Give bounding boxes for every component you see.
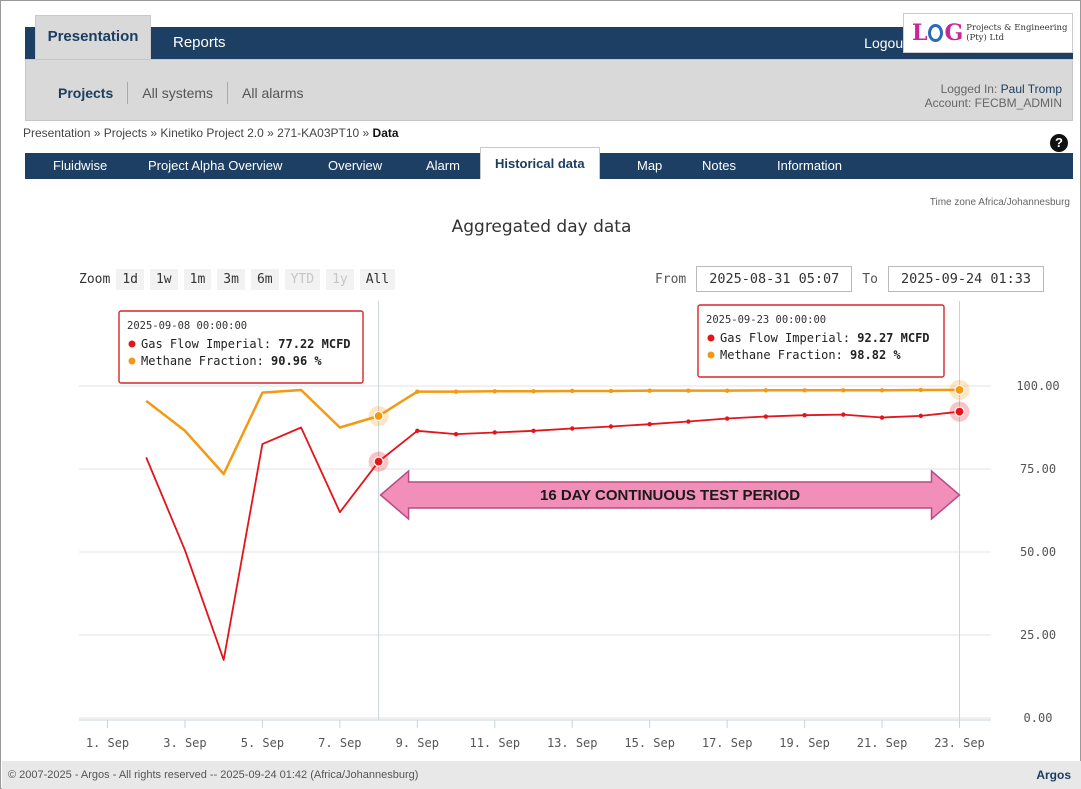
tooltip-series-name: Methane Fraction: — [141, 354, 271, 368]
highlight-point — [373, 456, 384, 467]
x-tick-label: 23. Sep — [934, 736, 985, 750]
data-point — [802, 388, 807, 393]
x-tick-label: 15. Sep — [624, 736, 675, 750]
x-tick-label: 13. Sep — [547, 736, 598, 750]
data-point — [918, 413, 923, 419]
data-point — [724, 388, 730, 393]
data-point — [841, 412, 846, 417]
x-tick-label: 17. Sep — [702, 736, 753, 750]
tooltip-series-name: Methane Fraction: — [720, 348, 850, 362]
data-point — [531, 428, 536, 434]
tooltip-series-dot — [128, 357, 136, 365]
data-point — [608, 424, 614, 429]
tooltip-date: 2025-09-08 00:00:00 — [127, 320, 247, 332]
tooltip-series-dot — [707, 351, 715, 359]
footer: © 2007-2025 - Argos - All rights reserve… — [2, 761, 1081, 789]
data-point — [453, 431, 459, 437]
tooltip-row: Gas Flow Imperial: 92.27 MCFD — [720, 331, 930, 345]
app-frame: Presentation Reports Logout L G Projects… — [0, 0, 1081, 789]
data-point — [763, 388, 769, 393]
annotation-label: 16 DAY CONTINUOUS TEST PERIOD — [540, 487, 800, 504]
x-tick-label: 1. Sep — [86, 736, 129, 750]
x-tick-label: 11. Sep — [469, 736, 520, 750]
data-point — [453, 389, 459, 394]
y-tick-label: 75.00 — [1020, 462, 1056, 476]
footer-brand[interactable]: Argos — [1036, 761, 1071, 789]
tooltip-date: 2025-09-23 00:00:00 — [706, 314, 826, 326]
line-chart[interactable]: 0.00 25.00 50.00 75.00 100.00 1. Sep 3. Sep 5. … — [1, 1, 1081, 789]
data-point — [570, 426, 575, 431]
tooltip-row: Gas Flow Imperial: 77.22 MCFD — [141, 337, 351, 351]
data-point — [647, 421, 652, 427]
data-point — [841, 388, 846, 393]
data-point — [763, 414, 769, 419]
x-tick-label: 9. Sep — [396, 736, 439, 750]
x-tick-label: 3. Sep — [163, 736, 206, 750]
highlight-point — [954, 406, 965, 417]
tooltip-row: Methane Fraction: 90.96 % — [141, 354, 322, 368]
highlight-point — [373, 410, 384, 422]
data-point — [570, 388, 575, 394]
data-point — [879, 415, 885, 420]
data-point — [879, 388, 885, 393]
data-point — [415, 428, 420, 434]
data-point — [531, 389, 536, 394]
highlight-point — [954, 384, 965, 396]
tooltip-value: 92.27 MCFD — [857, 331, 929, 345]
data-point — [802, 413, 807, 418]
data-point — [608, 388, 614, 394]
y-tick-label: 25.00 — [1020, 628, 1056, 642]
series-line — [145, 388, 960, 476]
data-point — [415, 389, 420, 394]
x-tick-label: 21. Sep — [857, 736, 908, 750]
data-point — [492, 389, 497, 394]
x-tick-label: 19. Sep — [779, 736, 830, 750]
data-point — [686, 419, 691, 424]
data-point — [686, 388, 691, 393]
data-point — [492, 430, 497, 435]
tooltip-value: 90.96 % — [271, 354, 322, 368]
tooltip-value: 77.22 MCFD — [278, 337, 350, 351]
tooltip-value: 98.82 % — [850, 348, 901, 362]
tooltip-series-name: Gas Flow Imperial: — [720, 331, 857, 345]
data-point — [724, 416, 730, 421]
tooltip-series-dot — [707, 334, 715, 342]
data-point — [647, 388, 652, 393]
x-tick-label: 5. Sep — [241, 736, 284, 750]
y-tick-label: 100.00 — [1016, 379, 1059, 393]
y-tick-label: 50.00 — [1020, 545, 1056, 559]
tooltip-row: Methane Fraction: 98.82 % — [720, 348, 901, 362]
y-tick-label: 0.00 — [1024, 711, 1053, 725]
footer-copyright: © 2007-2025 - Argos - All rights reserve… — [8, 769, 419, 781]
x-tick-label: 7. Sep — [318, 736, 361, 750]
series-line — [145, 410, 960, 661]
tooltip-series-name: Gas Flow Imperial: — [141, 337, 278, 351]
data-point — [918, 387, 923, 393]
tooltip-series-dot — [128, 340, 136, 348]
